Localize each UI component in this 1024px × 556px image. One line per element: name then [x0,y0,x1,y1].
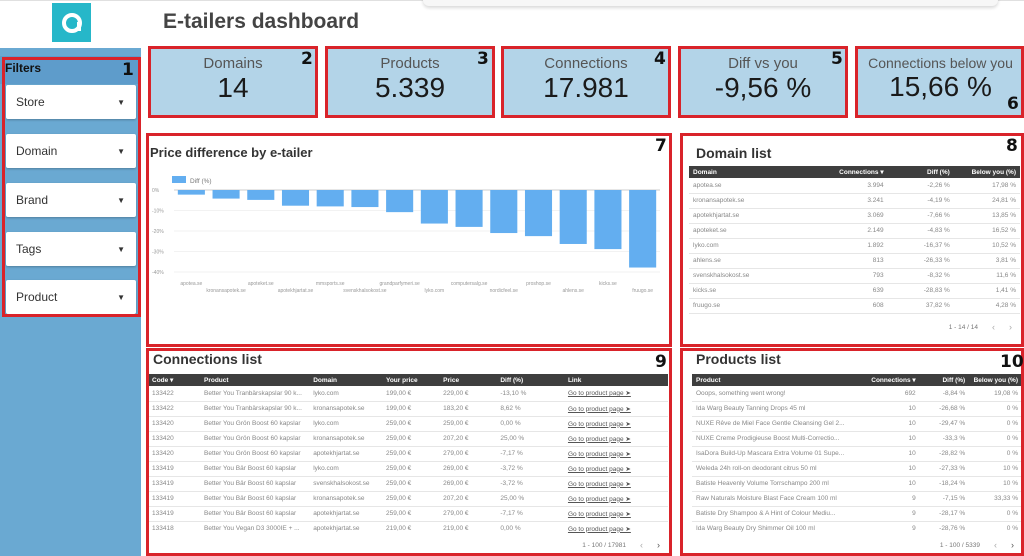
annotation-number: 4 [654,49,666,69]
page-title: E-tailers dashboard [163,10,360,33]
annotation-box-domain-list [680,133,1024,347]
annotation-box-products [325,46,495,118]
annotation-number: 1 [122,60,134,80]
annotation-box-diff [678,46,848,118]
annotation-number: 6 [1007,94,1019,114]
annotation-number: 7 [655,136,667,156]
annotation-number: 5 [831,49,843,69]
top-toolbar [423,0,998,6]
annotation-box-connections-list [146,348,672,556]
annotation-box-connections [501,46,671,118]
annotation-number: 8 [1006,136,1018,156]
annotation-number: 2 [301,49,313,69]
brand-logo-icon [52,3,91,42]
annotation-box-filters [2,57,141,317]
annotation-box-domains [148,46,318,118]
annotation-box-below-you [855,46,1024,118]
annotation-box-products-list [680,348,1024,556]
annotation-box-chart [146,133,672,347]
annotation-number: 10 [1000,352,1024,372]
annotation-number: 9 [655,352,667,372]
annotation-number: 3 [477,49,489,69]
